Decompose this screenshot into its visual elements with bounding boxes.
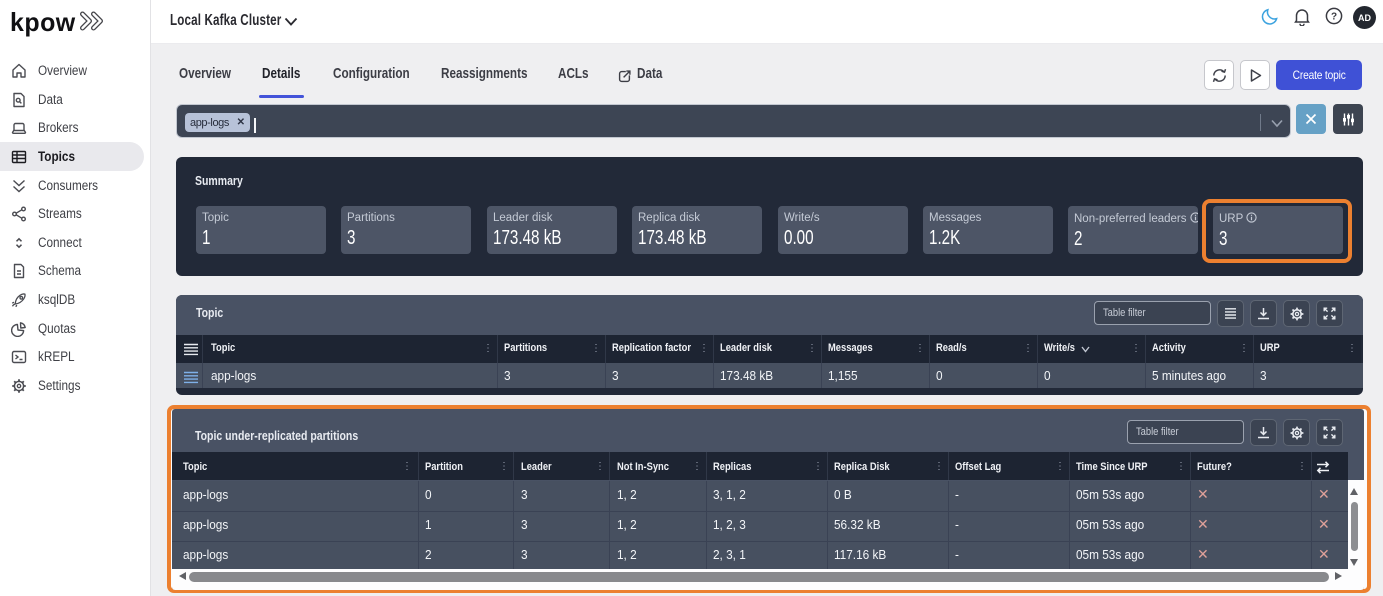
svg-text:kpow: kpow [10, 9, 76, 38]
svg-text:?: ? [1331, 12, 1337, 23]
